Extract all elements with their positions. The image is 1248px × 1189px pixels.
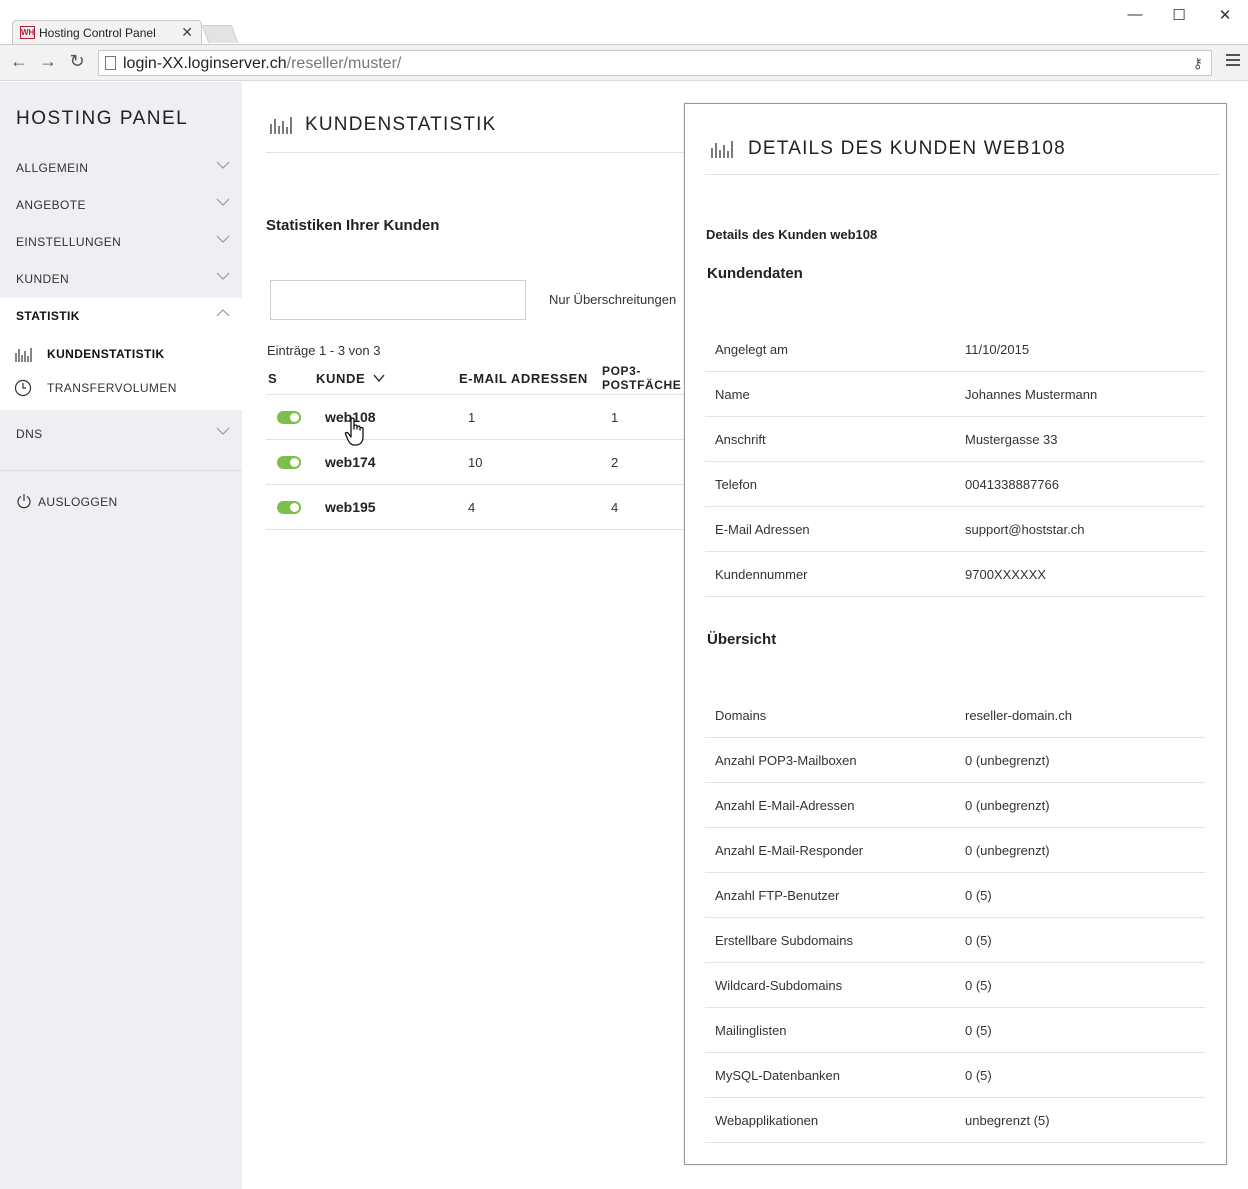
overview-row: Anzahl E-Mail-Responder 0 (unbegrenzt) bbox=[705, 828, 1205, 873]
kundendaten-heading: Kundendaten bbox=[707, 265, 803, 282]
customer-details-panel: DETAILS DES KUNDEN WEB108 Details des Ku… bbox=[684, 103, 1227, 1165]
forward-icon[interactable]: → bbox=[37, 51, 59, 72]
overview-row: Wildcard-Subdomains 0 (5) bbox=[705, 963, 1205, 1008]
header-divider bbox=[266, 152, 696, 153]
pop3-count: 2 bbox=[611, 455, 619, 470]
column-header-status[interactable]: S bbox=[268, 371, 277, 386]
detail-row: Angelegt am 11/10/2015 bbox=[705, 327, 1205, 372]
section-title: Statistiken Ihrer Kunden bbox=[266, 217, 440, 234]
search-input[interactable] bbox=[270, 280, 526, 320]
browser-menu-icon[interactable] bbox=[1226, 54, 1240, 69]
clock-icon bbox=[14, 379, 32, 397]
tab-title: Hosting Control Panel bbox=[39, 26, 156, 40]
sidebar-item-einstellungen[interactable]: EINSTELLUNGEN bbox=[0, 224, 242, 260]
sidebar-subitem-label: TRANSFERVOLUMEN bbox=[47, 381, 177, 395]
email-count: 1 bbox=[468, 410, 476, 425]
column-header-pop3[interactable]: POP3- POSTFÄCHE bbox=[602, 364, 681, 392]
sidebar-item-label: KUNDEN bbox=[16, 272, 70, 286]
reload-icon[interactable]: ↻ bbox=[66, 51, 88, 72]
sidebar-item-label: ANGEBOTE bbox=[16, 198, 86, 212]
overview-row: Mailinglisten 0 (5) bbox=[705, 1008, 1205, 1053]
sidebar-item-kunden[interactable]: KUNDEN bbox=[0, 261, 242, 297]
overview-row: Anzahl E-Mail-Adressen 0 (unbegrenzt) bbox=[705, 783, 1205, 828]
table-row[interactable]: web195 4 4 bbox=[266, 485, 696, 530]
panel-divider bbox=[705, 174, 1220, 175]
favicon-icon: WH bbox=[20, 26, 35, 39]
overview-row: Anzahl POP3-Mailboxen 0 (unbegrenzt) bbox=[705, 738, 1205, 783]
hand-cursor-icon bbox=[344, 417, 364, 446]
address-bar[interactable]: login-XX.loginserver.ch/reseller/muster/… bbox=[98, 50, 1212, 76]
detail-row: E-Mail Adressen support@hoststar.ch bbox=[705, 507, 1205, 552]
browser-tab[interactable]: WH Hosting Control Panel ✕ bbox=[12, 20, 202, 44]
uebersicht-heading: Übersicht bbox=[707, 631, 777, 648]
sort-chevron-down-icon bbox=[373, 374, 385, 383]
column-header-email[interactable]: E-MAIL ADRESSEN bbox=[459, 371, 588, 386]
panel-title: DETAILS DES KUNDEN WEB108 bbox=[748, 138, 1066, 159]
chevron-down-icon bbox=[216, 161, 230, 169]
key-icon[interactable]: ⚷ bbox=[1193, 55, 1203, 72]
overview-row: MySQL-Datenbanken 0 (5) bbox=[705, 1053, 1205, 1098]
sidebar-item-statistik[interactable]: STATISTIK bbox=[0, 298, 242, 334]
bar-chart-icon bbox=[270, 117, 292, 134]
maximize-icon[interactable]: ☐ bbox=[1169, 6, 1189, 24]
pop3-count: 4 bbox=[611, 500, 619, 515]
detail-row: Telefon 0041338887766 bbox=[705, 462, 1205, 507]
chevron-down-icon bbox=[216, 235, 230, 243]
entries-count: Einträge 1 - 3 von 3 bbox=[267, 343, 381, 358]
sidebar-divider bbox=[0, 470, 242, 471]
browser-titlebar: WH Hosting Control Panel ✕ — ☐ ✕ bbox=[0, 0, 1248, 44]
overview-row: Domains reseller-domain.ch bbox=[705, 693, 1205, 738]
power-icon bbox=[17, 494, 31, 509]
logout-label: AUSLOGGEN bbox=[38, 495, 118, 509]
sidebar-item-label: DNS bbox=[16, 427, 43, 441]
minimize-icon[interactable]: — bbox=[1125, 6, 1145, 23]
statistik-submenu: KUNDENSTATISTIK TRANSFERVOLUMEN bbox=[0, 332, 242, 410]
sidebar-item-label: ALLGEMEIN bbox=[16, 161, 89, 175]
email-count: 4 bbox=[468, 500, 476, 515]
page-title: KUNDENSTATISTIK bbox=[305, 114, 497, 135]
chevron-up-icon bbox=[216, 309, 230, 317]
email-count: 10 bbox=[468, 455, 483, 470]
url-text: login-XX.loginserver.ch/reseller/muster/ bbox=[123, 55, 402, 72]
status-toggle[interactable] bbox=[277, 411, 301, 424]
detail-row: Anschrift Mustergasse 33 bbox=[705, 417, 1205, 462]
page-icon bbox=[105, 56, 116, 70]
sidebar: HOSTING PANEL ALLGEMEIN ANGEBOTE EINSTEL… bbox=[0, 82, 242, 1189]
detail-row: Name Johannes Mustermann bbox=[705, 372, 1205, 417]
table-row[interactable]: web108 1 1 bbox=[266, 395, 696, 440]
sidebar-subitem-label: KUNDENSTATISTIK bbox=[47, 347, 165, 361]
panel-subheading: Details des Kunden web108 bbox=[706, 227, 878, 242]
bar-chart-icon bbox=[711, 141, 733, 158]
sidebar-item-dns[interactable]: DNS bbox=[0, 416, 242, 452]
sidebar-item-label: EINSTELLUNGEN bbox=[16, 235, 122, 249]
brand-title: HOSTING PANEL bbox=[16, 108, 189, 129]
pop3-count: 1 bbox=[611, 410, 619, 425]
browser-toolbar: ← → ↻ login-XX.loginserver.ch/reseller/m… bbox=[0, 44, 1248, 81]
status-toggle[interactable] bbox=[277, 456, 301, 469]
status-toggle[interactable] bbox=[277, 501, 301, 514]
customer-link[interactable]: web195 bbox=[325, 499, 376, 515]
overview-row: Webapplikationen unbegrenzt (5) bbox=[705, 1098, 1205, 1143]
chevron-down-icon bbox=[216, 427, 230, 435]
filter-overrun-label[interactable]: Nur Überschreitungen bbox=[549, 292, 676, 307]
customer-link[interactable]: web174 bbox=[325, 454, 376, 470]
sidebar-item-angebote[interactable]: ANGEBOTE bbox=[0, 187, 242, 223]
sidebar-item-label: STATISTIK bbox=[16, 309, 80, 323]
chevron-down-icon bbox=[216, 198, 230, 206]
overview-row: Anzahl FTP-Benutzer 0 (5) bbox=[705, 873, 1205, 918]
column-header-kunde[interactable]: KUNDE bbox=[316, 371, 385, 386]
bar-chart-icon bbox=[15, 348, 32, 362]
new-tab-button[interactable] bbox=[201, 25, 239, 43]
back-icon[interactable]: ← bbox=[8, 51, 30, 72]
detail-row: Kundennummer 9700XXXXXX bbox=[705, 552, 1205, 597]
chevron-down-icon bbox=[216, 272, 230, 280]
window-close-icon[interactable]: ✕ bbox=[1215, 6, 1235, 24]
table-row[interactable]: web174 10 2 bbox=[266, 440, 696, 485]
overview-row: Erstellbare Subdomains 0 (5) bbox=[705, 918, 1205, 963]
tab-close-icon[interactable]: ✕ bbox=[181, 24, 193, 41]
sidebar-item-allgemein[interactable]: ALLGEMEIN bbox=[0, 150, 242, 186]
